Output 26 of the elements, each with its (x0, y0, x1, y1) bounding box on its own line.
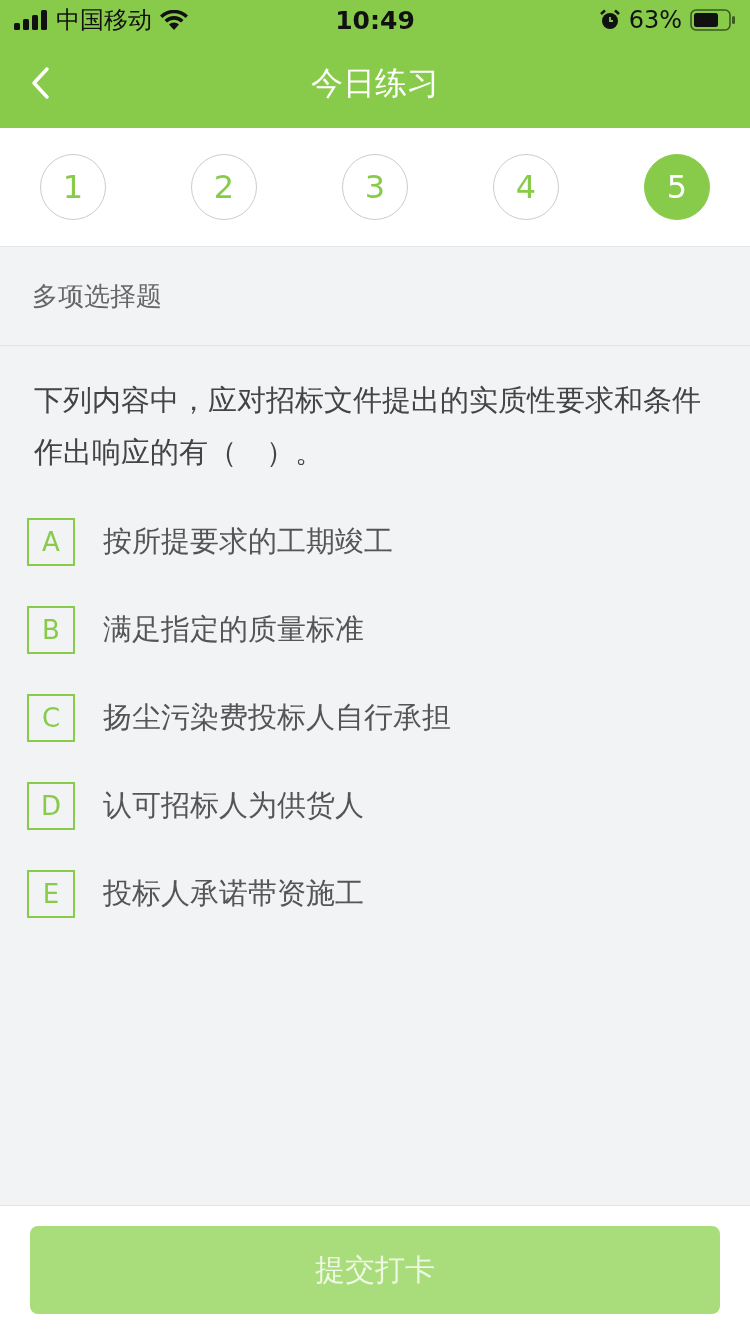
option-text[interactable]: 投标人承诺带资施工 (103, 874, 364, 914)
wifi-icon (160, 10, 188, 30)
question-number[interactable]: 3 (342, 154, 408, 220)
question-number[interactable]: 1 (40, 154, 106, 220)
option-checkbox[interactable]: B (27, 606, 75, 654)
status-time: 10:49 (335, 5, 415, 35)
signal-icon (14, 10, 48, 30)
carrier-name: 中国移动 (56, 5, 152, 36)
option-checkbox[interactable]: E (27, 870, 75, 918)
page-title: 今日练习 (311, 63, 439, 104)
battery-icon (690, 9, 736, 31)
battery-percent: 63% (628, 6, 682, 34)
option-text[interactable]: 按所提要求的工期竣工 (103, 522, 393, 562)
back-icon[interactable] (30, 66, 50, 100)
question-type: 多项选择题 (0, 247, 750, 346)
option-text[interactable]: 认可招标人为供货人 (103, 786, 364, 826)
question-number[interactable]: 5 (644, 154, 710, 220)
option-checkbox[interactable]: A (27, 518, 75, 566)
question-number[interactable]: 4 (493, 154, 559, 220)
option-checkbox[interactable]: C (27, 694, 75, 742)
option-checkbox[interactable]: D (27, 782, 75, 830)
question-text: 下列内容中，应对招标文件提出的实质性要求和条件作出响应的有（ ）。 (33, 382, 702, 471)
question-number[interactable]: 2 (191, 154, 257, 220)
alarm-icon (598, 9, 621, 31)
option-text[interactable]: 扬尘污染费投标人自行承担 (103, 698, 451, 738)
option-text[interactable]: 满足指定的质量标准 (103, 610, 364, 650)
